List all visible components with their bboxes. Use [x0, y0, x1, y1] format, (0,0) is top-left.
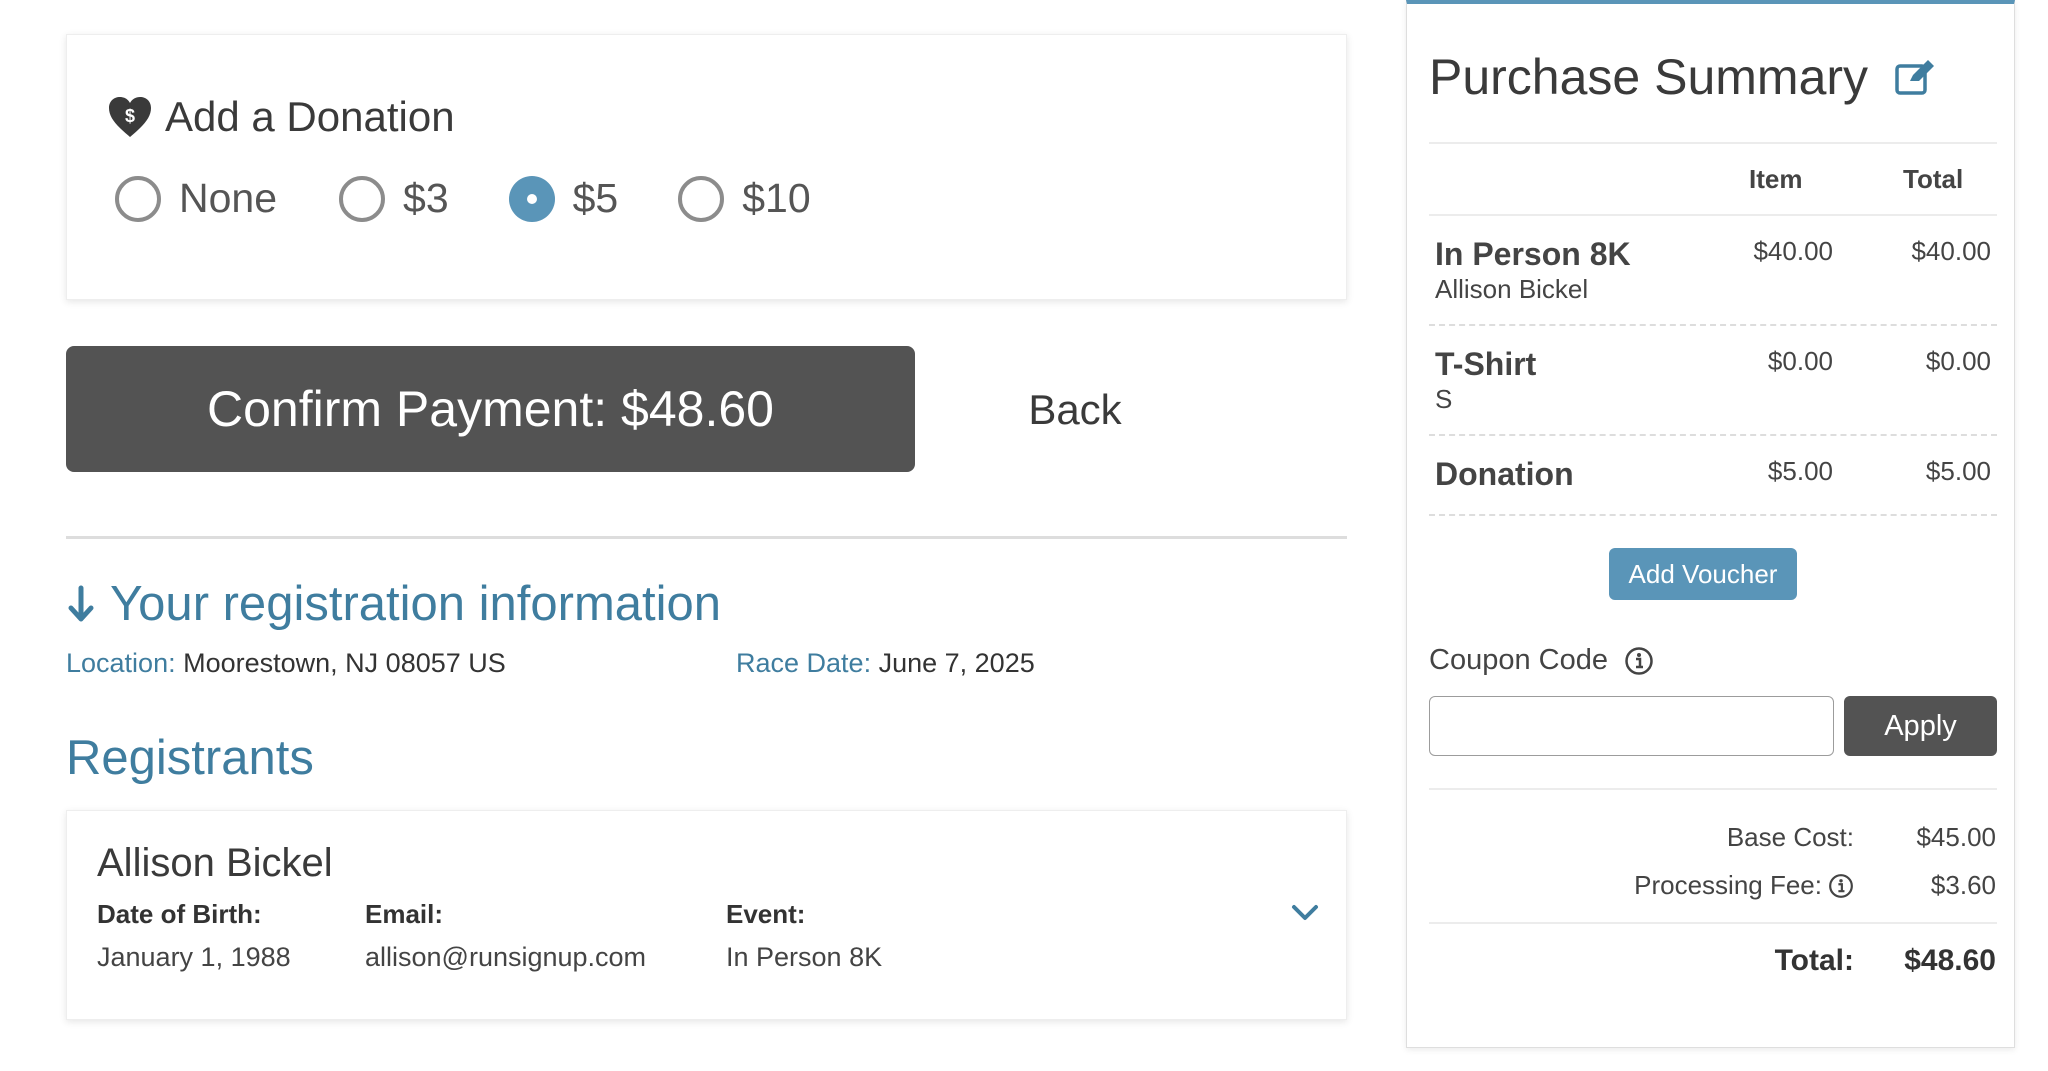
chevron-down-icon[interactable]: [1290, 903, 1320, 923]
purchase-summary-title: Purchase Summary: [1429, 49, 1869, 105]
section-divider: [66, 536, 1347, 539]
base-cost-label: Base Cost:: [1726, 822, 1854, 852]
row-item-price: $0.00: [1767, 346, 1833, 376]
checkout-page: $ Add a Donation None $3 $5 $10 Confirm: [0, 0, 2048, 1071]
radio-10[interactable]: [678, 175, 725, 222]
edit-icon[interactable]: [1894, 58, 1936, 96]
dob-value: January 1, 1988: [97, 942, 291, 972]
radio-3[interactable]: [339, 175, 386, 222]
purchase-summary-panel: Purchase Summary Item Total In Person 8K…: [1406, 0, 2015, 1048]
option-label: $10: [742, 175, 811, 221]
add-voucher-button[interactable]: Add Voucher: [1609, 548, 1797, 600]
column-total: Total: [1903, 164, 1964, 194]
donation-option-3[interactable]: $3: [339, 175, 449, 222]
option-label: $5: [572, 175, 619, 221]
email-label: Email:: [365, 899, 444, 929]
row-name: T-Shirt: [1435, 346, 1537, 382]
donation-option-10[interactable]: $10: [678, 175, 811, 222]
row-name: Donation: [1435, 456, 1574, 492]
race-date-value: June 7, 2025: [878, 648, 1035, 678]
confirm-payment-button[interactable]: Confirm Payment: $48.60: [66, 346, 915, 472]
summary-divider: [1429, 214, 1997, 216]
back-button[interactable]: Back: [1010, 386, 1140, 436]
registrant-card: Allison Bickel Date of Birth: January 1,…: [66, 810, 1347, 1020]
event-field: Event: In Person 8K: [726, 899, 882, 973]
event-value: In Person 8K: [726, 942, 883, 972]
donation-heading: $ Add a Donation: [107, 93, 455, 141]
total-value: $48.60: [1904, 944, 1996, 977]
radio-5-selected[interactable]: [508, 175, 555, 222]
registrants-title: Registrants: [66, 731, 314, 785]
coupon-code-label: Coupon Code: [1429, 644, 1654, 677]
email-field: Email: allison@runsignup.com: [365, 899, 646, 973]
email-value: allison@runsignup.com: [365, 942, 647, 972]
location-info: Location: Moorestown, NJ 08057 US: [66, 648, 506, 679]
row-total-price: $40.00: [1911, 236, 1991, 266]
arrow-down-icon: [68, 585, 94, 622]
donation-heart-icon: $: [109, 97, 151, 137]
row-item-price: $5.00: [1767, 456, 1833, 486]
svg-text:$: $: [125, 106, 135, 126]
row-total-price: $5.00: [1925, 456, 1991, 486]
donation-option-none[interactable]: None: [115, 175, 277, 222]
total-label: Total:: [1774, 944, 1854, 977]
summary-divider: [1429, 788, 1997, 790]
location-value: Moorestown, NJ 08057 US: [183, 648, 506, 678]
dob-label: Date of Birth:: [97, 899, 262, 929]
race-date-label: Race Date:: [736, 648, 872, 678]
processing-fee-text: Processing Fee:: [1634, 870, 1822, 900]
donation-card: $ Add a Donation None $3 $5 $10: [66, 34, 1347, 300]
base-cost-value: $45.00: [1916, 822, 1996, 852]
dob-field: Date of Birth: January 1, 1988: [97, 899, 291, 973]
row-divider: [1429, 514, 1997, 516]
info-icon[interactable]: [1828, 873, 1854, 899]
donation-option-5[interactable]: $5: [508, 175, 619, 222]
row-item-price: $40.00: [1753, 236, 1833, 266]
coupon-label-text: Coupon Code: [1429, 644, 1608, 676]
registration-heading: Your registration information: [110, 577, 722, 631]
processing-fee-value: $3.60: [1930, 870, 1996, 900]
registrant-name: Allison Bickel: [97, 841, 333, 885]
row-total-price: $0.00: [1925, 346, 1991, 376]
purchase-summary-heading: Purchase Summary: [1429, 48, 1936, 106]
row-divider: [1429, 324, 1997, 326]
option-label: $3: [403, 175, 449, 221]
registration-info-toggle[interactable]: Your registration information: [66, 576, 721, 632]
row-name: In Person 8K: [1435, 236, 1631, 272]
row-sub: Allison Bickel: [1435, 274, 1589, 304]
race-date-info: Race Date: June 7, 2025: [736, 648, 1035, 679]
summary-divider: [1429, 922, 1997, 924]
summary-divider: [1429, 142, 1997, 144]
donation-options: None $3 $5 $10: [115, 175, 871, 222]
info-icon[interactable]: [1624, 646, 1654, 676]
row-divider: [1429, 434, 1997, 436]
coupon-code-input[interactable]: [1429, 696, 1834, 756]
column-item: Item: [1749, 164, 1803, 194]
option-label: None: [179, 175, 278, 221]
radio-none[interactable]: [115, 175, 161, 222]
donation-title: Add a Donation: [165, 93, 455, 140]
event-label: Event:: [726, 899, 806, 929]
row-sub: S: [1435, 384, 1453, 414]
apply-coupon-button[interactable]: Apply: [1844, 696, 1997, 756]
location-label: Location:: [66, 648, 176, 678]
processing-fee-label: Processing Fee:: [1634, 870, 1854, 901]
